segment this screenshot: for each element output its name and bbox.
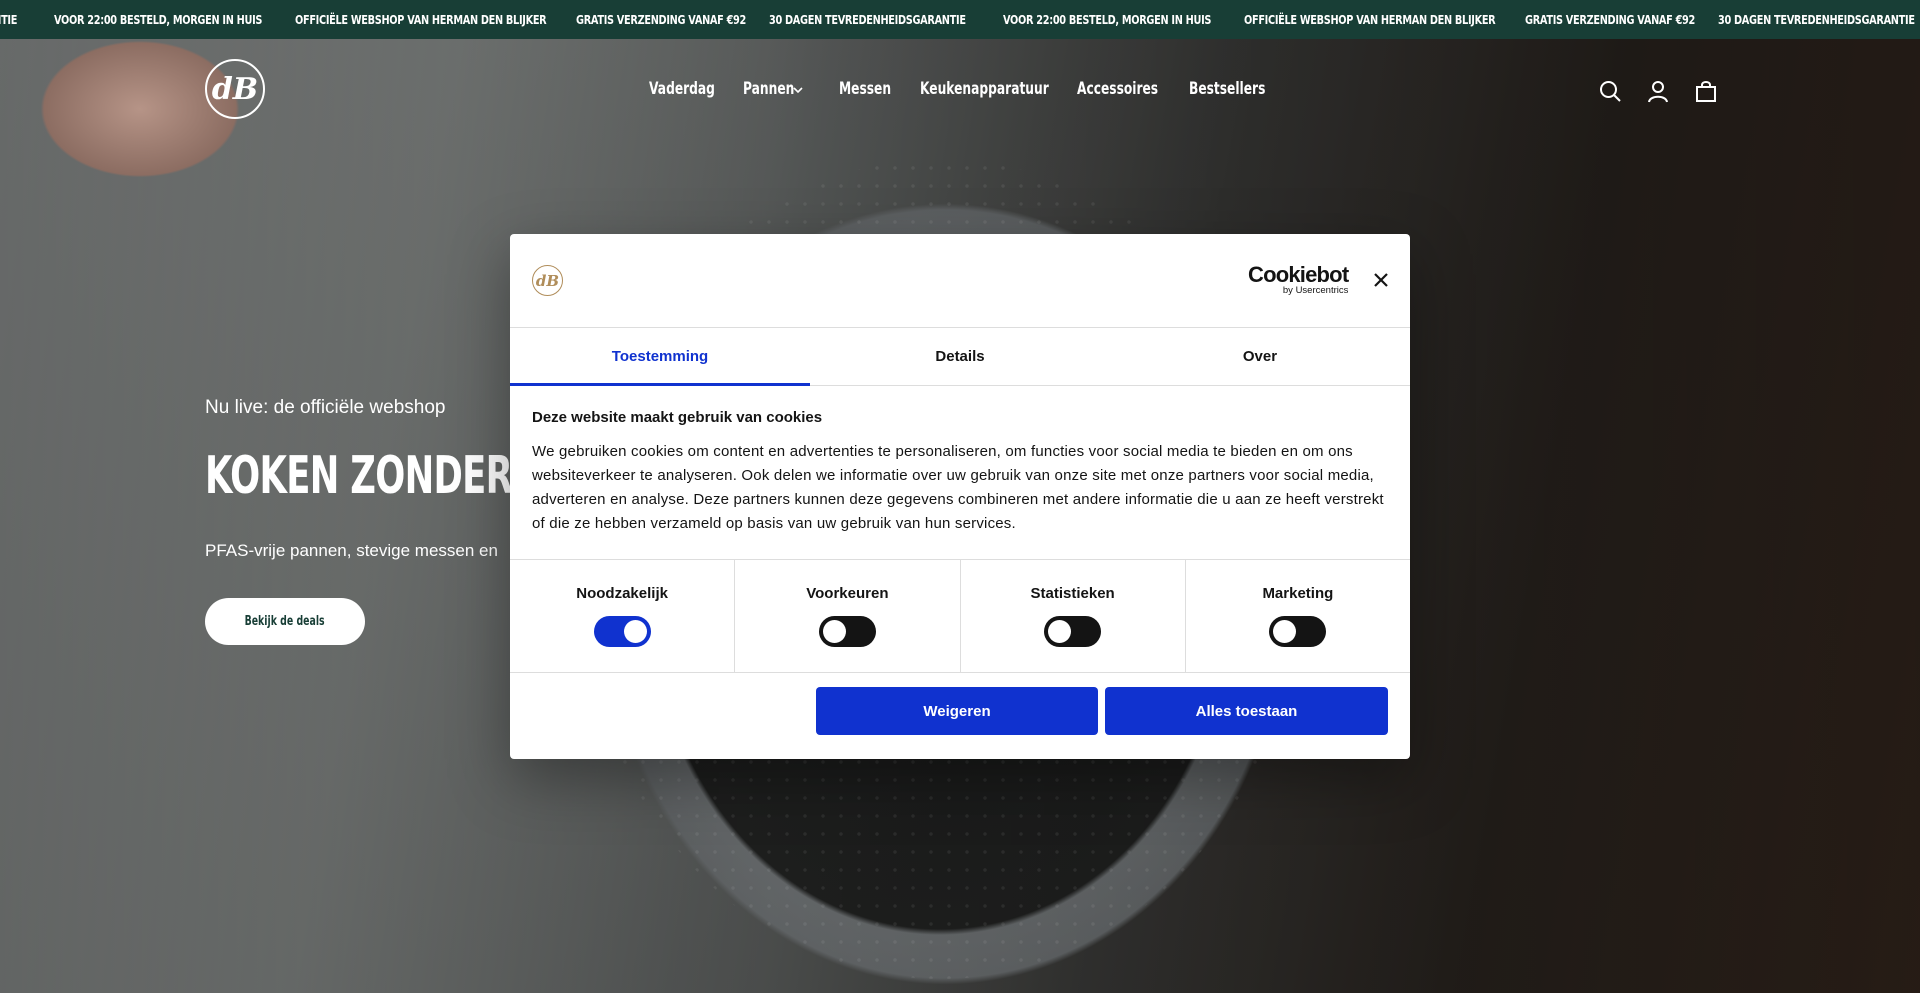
toggle-group-statistieken: Statistieken xyxy=(961,560,1186,672)
chevron-down-icon xyxy=(793,87,803,94)
announcement-item: antie xyxy=(0,12,18,27)
cookiebot-brand: Cookiebot xyxy=(1248,262,1349,287)
toggle-knob xyxy=(1273,620,1297,643)
cookiebot-brand-sub: by Usercentrics xyxy=(1282,285,1349,296)
tab-toestemming[interactable]: Toestemming xyxy=(510,328,810,386)
toggle-marketing[interactable] xyxy=(1269,616,1327,647)
toggle-label: Voorkeuren xyxy=(806,585,889,602)
accept-all-button[interactable]: Alles toestaan xyxy=(1105,687,1388,735)
toggle-label: Statistieken xyxy=(1030,585,1115,602)
nav-item-bestsellers[interactable]: Bestsellers xyxy=(1189,79,1289,101)
nav-label: Pannen xyxy=(743,79,795,99)
announcement-item: Gratis verzending vanaf €92 xyxy=(576,12,747,27)
cart-icon[interactable] xyxy=(1694,79,1718,103)
main-nav: Vaderdag Pannen Messen Keukenapparatuur … xyxy=(649,79,1289,101)
toggle-label: Marketing xyxy=(1262,585,1334,602)
consent-toggles: Noodzakelijk Voorkeuren Statistieken Mar… xyxy=(510,559,1410,673)
search-icon[interactable] xyxy=(1598,79,1622,103)
site-header: dB Vaderdag Pannen Messen Keukenapparatu… xyxy=(0,39,1920,141)
nav-item-messen[interactable]: Messen xyxy=(839,79,920,101)
announcement-item: 30 dagen tevredenheidsgarantie xyxy=(1718,12,1915,27)
cookie-consent-dialog: dB Cookiebot by Usercentrics Toestemming… xyxy=(510,234,1410,759)
hero-subline: PFAS-vrije pannen, stevige messen en xyxy=(205,541,498,560)
announcement-item: Voor 22:00 besteld, morgen in huis xyxy=(54,12,263,27)
tab-over[interactable]: Over xyxy=(1110,328,1410,385)
deals-button[interactable]: Bekijk de deals xyxy=(205,598,365,645)
close-icon[interactable] xyxy=(1370,269,1392,291)
cookiebot-logo[interactable]: Cookiebot by Usercentrics xyxy=(1248,262,1349,296)
toggle-group-marketing: Marketing xyxy=(1186,560,1410,672)
announcement-item: Voor 22:00 besteld, morgen in huis xyxy=(1003,12,1212,27)
tab-details[interactable]: Details xyxy=(810,328,1110,385)
toggle-group-noodzakelijk: Noodzakelijk xyxy=(510,560,736,672)
toggle-knob xyxy=(623,620,647,643)
announcement-item: 30 dagen tevredenheidsgarantie xyxy=(769,12,966,27)
site-logo[interactable]: dB xyxy=(205,59,265,119)
announcement-item: Gratis verzending vanaf €92 xyxy=(1525,12,1696,27)
hero-eyebrow: Nu live: de officiële webshop xyxy=(205,397,446,418)
dialog-description: We gebruiken cookies om content en adver… xyxy=(532,443,1384,532)
toggle-label: Noodzakelijk xyxy=(576,585,668,602)
dialog-logo: dB xyxy=(532,265,563,296)
nav-label: Vaderdag xyxy=(649,79,715,99)
toggle-voorkeuren[interactable] xyxy=(818,616,876,647)
announcement-bar: antie Voor 22:00 besteld, morgen in huis… xyxy=(0,0,1920,39)
deals-button-label: Bekijk de deals xyxy=(244,614,326,629)
decline-button[interactable]: Weigeren xyxy=(816,687,1098,735)
toggle-knob xyxy=(822,620,846,643)
dialog-header: dB Cookiebot by Usercentrics xyxy=(510,234,1410,328)
nav-item-vaderdag[interactable]: Vaderdag xyxy=(649,79,743,101)
nav-label: Messen xyxy=(839,79,892,99)
dialog-title: Deze website maakt gebruik van cookies xyxy=(532,409,823,426)
dialog-body: Deze website maakt gebruik van cookies W… xyxy=(532,409,1392,536)
nav-label: Accessoires xyxy=(1077,79,1159,99)
dialog-tabs: Toestemming Details Over xyxy=(510,328,1410,386)
toggle-noodzakelijk[interactable] xyxy=(593,616,651,647)
toggle-knob xyxy=(1048,620,1072,643)
announcement-item: Officiële webshop van Herman den Blijker xyxy=(295,12,547,27)
toggle-group-voorkeuren: Voorkeuren xyxy=(735,560,961,672)
announcement-track: antie Voor 22:00 besteld, morgen in huis… xyxy=(0,0,1920,39)
dialog-logo-text: dB xyxy=(535,271,560,290)
account-icon[interactable] xyxy=(1646,79,1670,103)
logo-text: dB xyxy=(211,71,259,107)
nav-label: Bestsellers xyxy=(1189,79,1266,99)
nav-label: Keukenapparatuur xyxy=(920,79,1049,99)
nav-item-pannen[interactable]: Pannen xyxy=(743,79,839,101)
nav-item-accessoires[interactable]: Accessoires xyxy=(1077,79,1189,101)
nav-item-keukenapparatuur[interactable]: Keukenapparatuur xyxy=(920,79,1077,101)
toggle-statistieken[interactable] xyxy=(1044,616,1102,647)
announcement-item: Officiële webshop van Herman den Blijker xyxy=(1244,12,1496,27)
